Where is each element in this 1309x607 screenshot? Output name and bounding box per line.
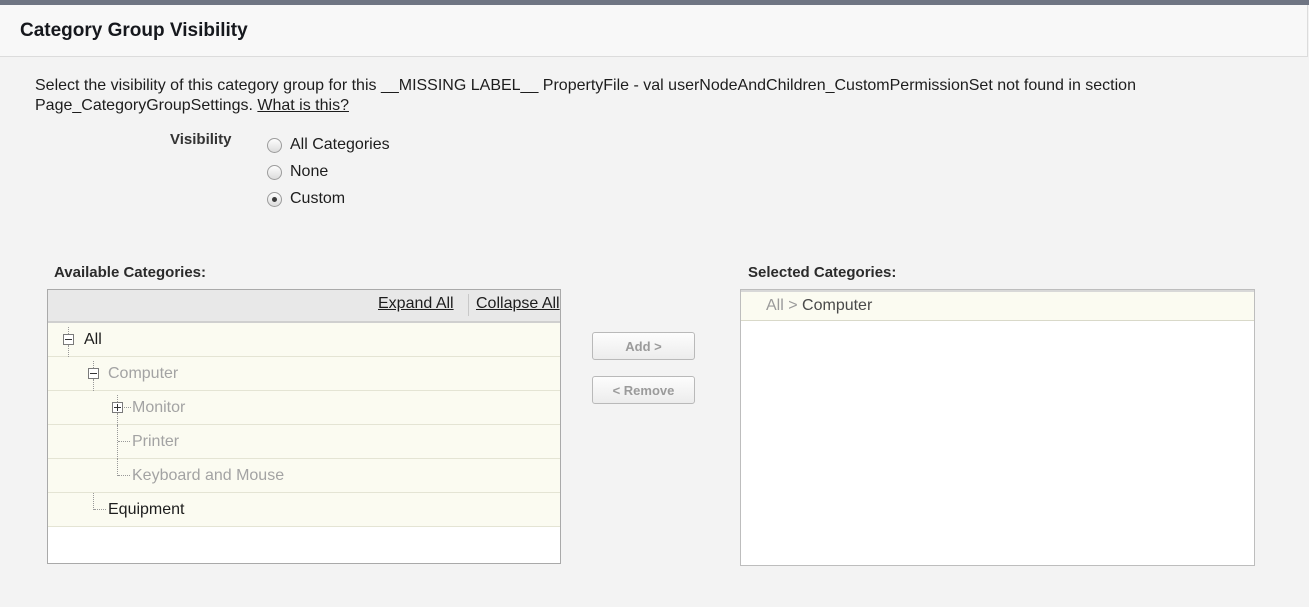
path-separator: > (788, 297, 798, 314)
what-is-this-link[interactable]: What is this? (257, 97, 349, 114)
radio-all-categories[interactable]: All Categories (267, 134, 390, 156)
expand-toggle-icon[interactable] (112, 402, 123, 413)
selected-item-leaf: Computer (802, 297, 873, 314)
tree-connector (117, 459, 118, 476)
tree-connector (68, 345, 69, 357)
tree-connector (117, 413, 118, 425)
section-header: Category Group Visibility (0, 5, 1308, 57)
selected-item-path: All > Computer (766, 297, 872, 315)
tree-node-label[interactable]: All (84, 331, 102, 349)
tree-connector (117, 425, 118, 459)
radio-custom[interactable]: Custom (267, 188, 345, 210)
visibility-label: Visibility (170, 131, 232, 148)
tree-node-label: Computer (108, 365, 179, 382)
collapse-toggle-icon[interactable] (63, 334, 74, 345)
tree-connector (124, 407, 131, 408)
tree-node-label: Printer (132, 433, 180, 450)
tree-connector (93, 379, 94, 391)
tree-connector (93, 361, 94, 368)
selected-categories-list[interactable]: All > Computer (740, 289, 1255, 566)
radio-label-none: None (290, 163, 329, 180)
available-categories-tree[interactable]: Expand All Collapse All All Computer Mon… (47, 289, 561, 564)
selected-categories-label: Selected Categories: (748, 264, 897, 281)
collapse-all-link[interactable]: Collapse All (476, 295, 560, 313)
radio-none[interactable]: None (267, 161, 328, 183)
radio-label-all-categories: All Categories (290, 136, 390, 153)
tree-connector (93, 493, 94, 510)
selected-item-parent: All (766, 297, 784, 314)
radio-label-custom: Custom (290, 190, 346, 207)
tree-node-label: Monitor (132, 399, 186, 416)
remove-button[interactable]: < Remove (592, 376, 695, 404)
tree-connector (117, 395, 118, 402)
tree-connector (94, 509, 106, 510)
tree-node-keyboard-and-mouse[interactable]: Keyboard and Mouse (48, 459, 560, 493)
description-text: Select the visibility of this category g… (35, 77, 1136, 114)
tree-connector (118, 475, 130, 476)
tree-toolbar: Expand All Collapse All (48, 290, 560, 323)
tree-node-label[interactable]: Equipment (108, 501, 185, 519)
tree-node-computer[interactable]: Computer (48, 357, 560, 391)
tree-node-monitor[interactable]: Monitor (48, 391, 560, 425)
page-title: Category Group Visibility (20, 20, 248, 41)
toolbar-divider (468, 294, 469, 316)
radio-button[interactable] (267, 164, 282, 180)
radio-button[interactable] (267, 137, 282, 153)
collapse-toggle-icon[interactable] (88, 368, 99, 379)
tree-node-equipment[interactable]: Equipment (48, 493, 560, 527)
tree-node-all[interactable]: All (48, 323, 560, 357)
tree-connector (118, 441, 130, 442)
tree-node-label: Keyboard and Mouse (132, 467, 285, 484)
add-button[interactable]: Add > (592, 332, 695, 360)
description: Select the visibility of this category g… (35, 76, 1275, 116)
tree-node-printer[interactable]: Printer (48, 425, 560, 459)
expand-all-link[interactable]: Expand All (378, 295, 454, 313)
radio-button-checked[interactable] (267, 191, 282, 207)
selected-item[interactable]: All > Computer (741, 290, 1254, 321)
tree-connector (68, 327, 69, 334)
available-categories-label: Available Categories: (54, 264, 206, 281)
